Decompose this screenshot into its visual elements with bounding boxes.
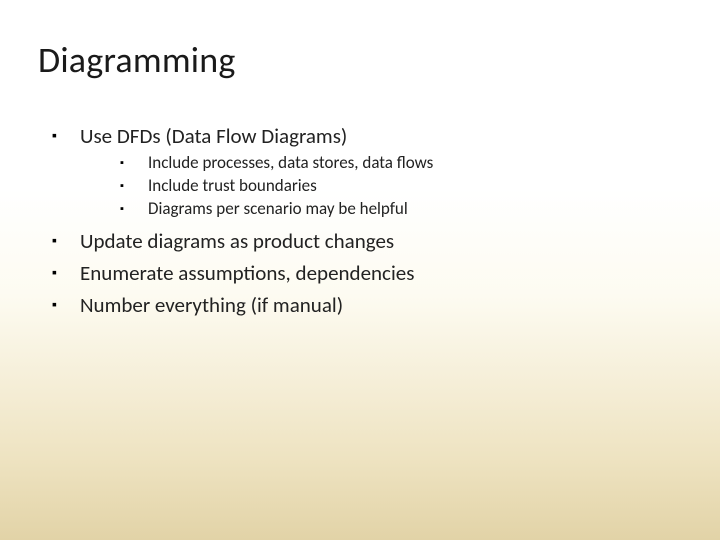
list-item: ▪ Number everything (if manual) (38, 291, 680, 319)
list-item: ▪ Use DFDs (Data Flow Diagrams) (38, 122, 680, 150)
list-item-text: Use DFDs (Data Flow Diagrams) (80, 122, 347, 150)
square-bullet-icon: ▪ (120, 175, 128, 197)
list-item-text: Diagrams per scenario may be helpful (148, 198, 408, 220)
slide-body: ▪ Use DFDs (Data Flow Diagrams) ▪ Includ… (38, 118, 680, 321)
list-item: ▪ Include trust boundaries (38, 175, 680, 197)
list-item: ▪ Enumerate assumptions, dependencies (38, 259, 680, 287)
square-bullet-icon: ▪ (52, 122, 62, 150)
square-bullet-icon: ▪ (52, 291, 62, 319)
list-item-text: Include trust boundaries (148, 175, 317, 197)
list-item: ▪ Update diagrams as product changes (38, 227, 680, 255)
slide: Diagramming ▪ Use DFDs (Data Flow Diagra… (0, 0, 720, 540)
square-bullet-icon: ▪ (52, 227, 62, 255)
list-item-text: Include processes, data stores, data flo… (148, 152, 433, 174)
slide-title: Diagramming (38, 38, 236, 82)
square-bullet-icon: ▪ (52, 259, 62, 287)
list-item-text: Update diagrams as product changes (80, 227, 394, 255)
list-item-text: Enumerate assumptions, dependencies (80, 259, 414, 287)
square-bullet-icon: ▪ (120, 152, 128, 174)
list-item: ▪ Diagrams per scenario may be helpful (38, 198, 680, 220)
list-item-text: Number everything (if manual) (80, 291, 343, 319)
square-bullet-icon: ▪ (120, 198, 128, 220)
list-item: ▪ Include processes, data stores, data f… (38, 152, 680, 174)
